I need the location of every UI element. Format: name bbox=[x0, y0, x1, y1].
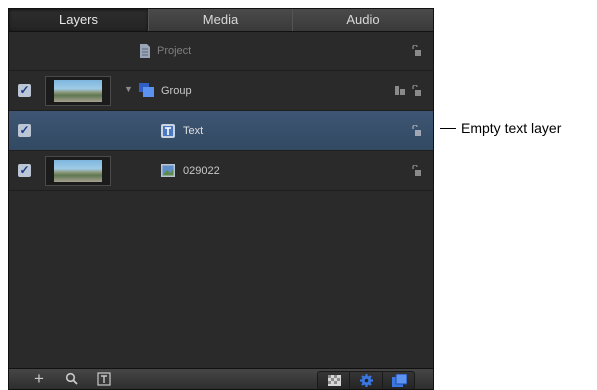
visibility-checkbox[interactable]: ✓ bbox=[18, 124, 31, 137]
layer-name-image: 029022 bbox=[183, 165, 220, 177]
layers-view-button[interactable] bbox=[383, 372, 414, 389]
callout-leader-line bbox=[440, 128, 456, 129]
tab-layers[interactable]: Layers bbox=[9, 9, 149, 31]
unlock-icon[interactable] bbox=[412, 85, 421, 96]
search-icon[interactable] bbox=[65, 372, 79, 388]
visibility-checkbox[interactable]: ✓ bbox=[18, 164, 31, 177]
layers-stack-icon bbox=[391, 374, 407, 387]
view-options-group bbox=[317, 371, 415, 389]
gear-icon bbox=[360, 374, 374, 387]
layer-row-project[interactable]: Project bbox=[9, 31, 433, 71]
group-icon bbox=[139, 83, 154, 97]
unlock-icon[interactable] bbox=[412, 125, 421, 136]
layer-row-text[interactable]: ✓ Text bbox=[9, 111, 433, 151]
layer-row-image[interactable]: ✓ 029022 bbox=[9, 151, 433, 191]
checker-mask-button[interactable] bbox=[318, 372, 351, 389]
layers-panel: Layers Media Audio Project ✓ ▼ Group ✓ T… bbox=[8, 8, 434, 390]
layer-name-project: Project bbox=[157, 45, 192, 57]
disclosure-triangle-icon[interactable]: ▼ bbox=[124, 84, 133, 94]
tab-media[interactable]: Media bbox=[149, 9, 293, 31]
layer-thumbnail bbox=[45, 76, 111, 106]
group-mode-icon bbox=[395, 86, 405, 95]
project-icon bbox=[140, 44, 150, 58]
visibility-checkbox[interactable]: ✓ bbox=[18, 84, 31, 97]
tab-bar: Layers Media Audio bbox=[9, 9, 433, 32]
add-icon[interactable]: + bbox=[31, 370, 47, 387]
layer-row-group[interactable]: ✓ ▼ Group bbox=[9, 71, 433, 111]
text-frame-icon[interactable] bbox=[97, 372, 111, 388]
checker-mask-icon bbox=[328, 375, 341, 386]
unlock-icon[interactable] bbox=[412, 45, 421, 56]
image-layer-icon bbox=[161, 164, 175, 177]
settings-button[interactable] bbox=[350, 372, 383, 389]
layer-thumbnail bbox=[45, 156, 111, 186]
layer-name-text: Text bbox=[183, 125, 204, 137]
layers-toolbar: + bbox=[9, 368, 433, 389]
tab-audio[interactable]: Audio bbox=[293, 9, 433, 31]
text-layer-icon bbox=[161, 124, 175, 138]
callout-label: Empty text layer bbox=[461, 120, 562, 136]
unlock-icon[interactable] bbox=[412, 165, 421, 176]
layer-name-group: Group bbox=[161, 85, 192, 97]
